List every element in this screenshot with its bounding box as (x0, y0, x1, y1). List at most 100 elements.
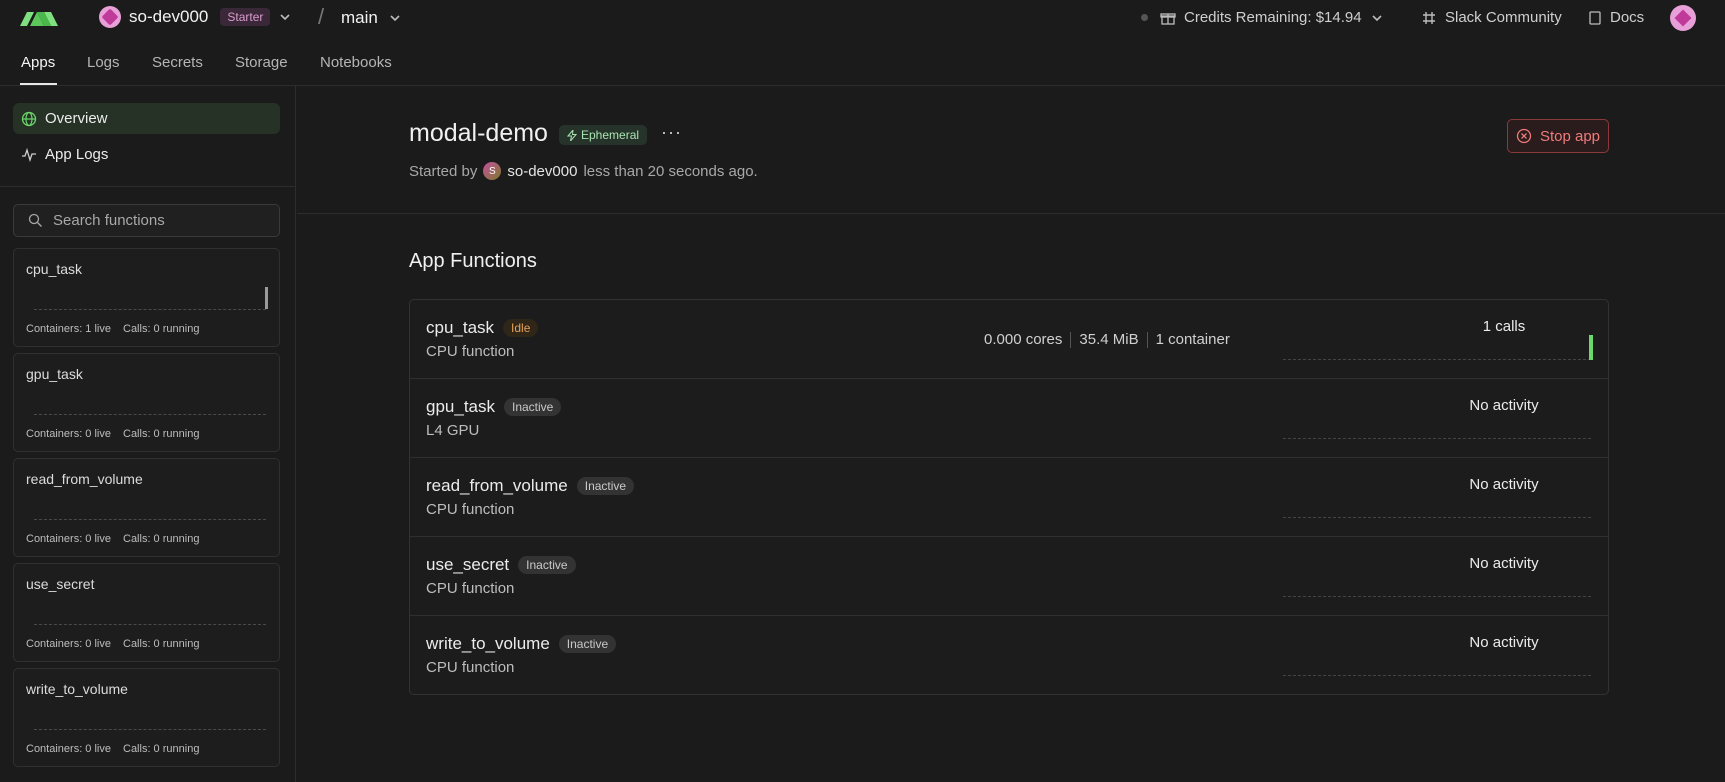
status-badge: Inactive (576, 477, 635, 495)
function-name: cpu_task (426, 318, 495, 337)
function-row-gpu-task[interactable]: gpu_task Inactive L4 GPU No activity (410, 379, 1608, 458)
top-bar: so-dev000 Starter / main Credits Remaini… (0, 0, 1725, 36)
function-name-group: write_to_volume Inactive (426, 634, 617, 654)
activity-label: No activity (1469, 634, 1539, 651)
user-avatar-small: S (483, 162, 502, 180)
function-type: CPU function (426, 343, 515, 360)
tab-apps[interactable]: Apps (21, 54, 55, 71)
function-type: L4 GPU (426, 422, 480, 439)
function-card-use-secret[interactable]: use_secret Containers: 0 live Calls: 0 r… (13, 563, 280, 662)
more-options-icon[interactable]: ··· (661, 122, 682, 143)
chevron-down-icon[interactable] (1370, 11, 1384, 25)
activity-label: No activity (1469, 397, 1539, 414)
chevron-down-icon[interactable] (388, 11, 402, 25)
status-badge: Idle (503, 319, 539, 337)
section-title: App Functions (409, 250, 537, 272)
gift-icon (1160, 12, 1176, 25)
x-circle-icon (1516, 128, 1532, 144)
sparkline-baseline (34, 729, 266, 730)
slack-community-link[interactable]: Slack Community (1421, 9, 1562, 26)
header-divider (297, 213, 1725, 214)
sidebar-item-label: App Logs (45, 146, 109, 163)
function-row-read-from-volume[interactable]: read_from_volume Inactive CPU function N… (410, 458, 1608, 537)
sparkline-baseline (34, 309, 266, 310)
tab-secrets[interactable]: Secrets (152, 54, 203, 71)
docs-link[interactable]: Docs (1588, 9, 1644, 26)
app-title: modal-demo (409, 119, 548, 147)
function-card-gpu-task[interactable]: gpu_task Containers: 0 live Calls: 0 run… (13, 353, 280, 452)
search-functions-box[interactable] (13, 204, 280, 237)
activity-icon (22, 147, 36, 162)
function-card-name: use_secret (26, 576, 95, 592)
function-card-meta: Containers: 0 live Calls: 0 running (26, 638, 199, 650)
function-card-name: read_from_volume (26, 471, 143, 487)
ephemeral-badge: Ephemeral (559, 125, 648, 145)
sidebar-item-label: Overview (45, 110, 108, 127)
stop-app-label: Stop app (1539, 127, 1601, 145)
function-card-cpu-task[interactable]: cpu_task Containers: 1 live Calls: 0 run… (13, 248, 280, 347)
slack-label: Slack Community (1445, 9, 1562, 26)
activity-baseline (1283, 438, 1591, 439)
sparkline-baseline (34, 519, 266, 520)
function-card-write-to-volume[interactable]: write_to_volume Containers: 0 live Calls… (13, 668, 280, 767)
search-icon (28, 213, 42, 227)
containers-count: Containers: 1 live (26, 323, 111, 335)
tab-storage[interactable]: Storage (235, 54, 288, 71)
activity-bar (1589, 335, 1593, 360)
function-name-group: use_secret Inactive (426, 555, 576, 575)
memory-value: 35.4 MiB (1079, 331, 1139, 348)
main-nav: Apps Logs Secrets Storage Notebooks (0, 36, 1725, 86)
started-by-user[interactable]: so-dev000 (507, 163, 577, 180)
function-row-cpu-task[interactable]: cpu_task Idle CPU function 0.000 cores 3… (410, 300, 1608, 379)
slack-icon (1423, 11, 1435, 24)
stat-separator (1070, 331, 1072, 348)
environment-switcher[interactable]: main (341, 8, 402, 28)
modal-logo-icon[interactable] (20, 8, 58, 28)
user-avatar[interactable] (1670, 5, 1696, 31)
activity-baseline (1283, 596, 1591, 597)
function-row-use-secret[interactable]: use_secret Inactive CPU function No acti… (410, 537, 1608, 616)
function-type: CPU function (426, 501, 515, 518)
globe-icon (21, 111, 37, 126)
function-name: gpu_task (426, 397, 495, 416)
search-input[interactable] (53, 212, 253, 229)
started-prefix: Started by (409, 162, 478, 180)
calls-count: Calls: 0 running (123, 743, 200, 755)
containers-count: Containers: 0 live (26, 743, 111, 755)
activity-label: No activity (1469, 555, 1539, 572)
function-name-group: cpu_task Idle (426, 318, 539, 338)
calls-count: Calls: 0 running (123, 428, 200, 440)
containers-count: Containers: 0 live (26, 638, 111, 650)
calls-count: Calls: 0 running (123, 323, 200, 335)
function-card-read-from-volume[interactable]: read_from_volume Containers: 0 live Call… (13, 458, 280, 557)
function-card-meta: Containers: 0 live Calls: 0 running (26, 428, 199, 440)
sidebar-item-overview[interactable]: Overview (13, 103, 280, 134)
sidebar-item-app-logs[interactable]: App Logs (13, 139, 280, 170)
started-time: less than 20 seconds ago. (583, 162, 758, 180)
function-card-name: gpu_task (26, 366, 83, 382)
status-badge: Inactive (518, 556, 576, 574)
started-by-line: Started by S so-dev000 less than 20 seco… (409, 162, 758, 180)
credits-menu[interactable]: Credits Remaining: $14.94 (1160, 9, 1384, 26)
activity-baseline (1283, 359, 1591, 360)
stop-app-button[interactable]: Stop app (1507, 119, 1609, 153)
activity-label: 1 calls (1482, 318, 1526, 335)
sidebar: Overview App Logs cpu_task Containers: 1… (0, 86, 296, 782)
calls-count: Calls: 0 running (123, 638, 200, 650)
function-card-name: cpu_task (26, 261, 83, 277)
workspace-name: so-dev000 (129, 7, 209, 26)
sparkline-bar (265, 287, 268, 309)
function-name-group: gpu_task Inactive (426, 397, 562, 417)
function-row-write-to-volume[interactable]: write_to_volume Inactive CPU function No… (410, 616, 1608, 695)
workspace-avatar (99, 6, 121, 28)
workspace-switcher[interactable]: so-dev000 Starter (99, 6, 292, 28)
tab-notebooks[interactable]: Notebooks (320, 54, 392, 71)
function-type: CPU function (426, 580, 515, 597)
environment-name: main (341, 8, 378, 27)
function-name: write_to_volume (426, 634, 550, 653)
chevron-down-icon[interactable] (278, 10, 292, 24)
credits-label: Credits Remaining: $14.94 (1184, 9, 1362, 26)
main-content: modal-demo Ephemeral ··· Started by S so… (297, 86, 1725, 782)
tab-logs[interactable]: Logs (87, 54, 120, 71)
cores-value: 0.000 cores (984, 331, 1063, 348)
